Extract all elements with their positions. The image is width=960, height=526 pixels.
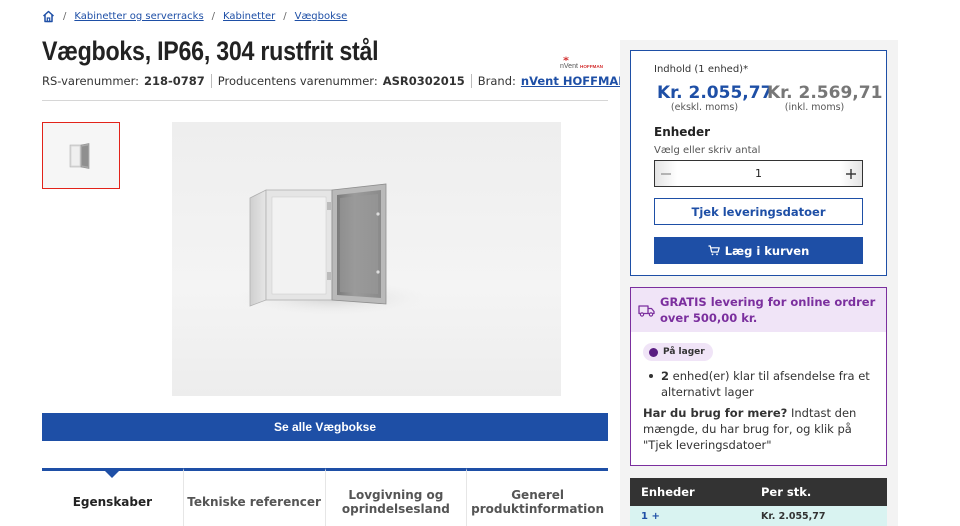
mfr-number-value: ASR0302015	[382, 74, 465, 88]
add-to-cart-label: Læg i kurven	[724, 243, 810, 258]
product-meta: RS-varenummer: 218-0787 Producentens var…	[42, 74, 628, 88]
brand-logo-text: nVent	[560, 63, 578, 70]
plus-icon[interactable]	[840, 161, 862, 186]
tab-tekniske-referencer[interactable]: Tekniske referencer	[182, 468, 325, 526]
title-divider	[42, 100, 608, 101]
stock-badge: På lager	[643, 343, 713, 361]
product-tabs: Egenskaber Tekniske referencer Lovgivnin…	[42, 468, 608, 526]
content-label: Indhold (1 enhed)*	[654, 64, 749, 75]
add-to-cart-button[interactable]: Læg i kurven	[654, 237, 863, 264]
price-tier-price: Kr. 2.055,77	[761, 510, 826, 522]
quantity-stepper	[654, 160, 863, 187]
check-delivery-button[interactable]: Tjek leveringsdatoer	[654, 198, 863, 225]
see-all-button[interactable]: Se alle Vægbokse	[42, 413, 608, 441]
mfr-number-label: Producentens varenummer:	[217, 74, 378, 88]
rs-number-value: 218-0787	[144, 74, 205, 88]
brand-logo: nVent HOFFMAN	[560, 56, 608, 72]
product-main-image[interactable]	[172, 122, 561, 396]
breadcrumb-separator: /	[63, 10, 67, 22]
free-shipping-text: GRATIS levering for online ordrer over 5…	[660, 295, 876, 325]
product-thumbnail[interactable]	[42, 122, 120, 189]
brand-logo-subtext: HOFFMAN	[580, 64, 604, 69]
tab-generel-produktinformation[interactable]: Generel produktinformation	[466, 468, 608, 526]
price-incl-vat: Kr. 2.569,71 (inkl. moms)	[767, 83, 883, 113]
price-table-header-units: Enheder	[641, 485, 695, 499]
brand-label: Brand:	[477, 74, 516, 88]
price-excl-vat: Kr. 2.055,77 (ekskl. moms)	[657, 83, 773, 113]
price-excl-value: Kr. 2.055,77	[657, 83, 773, 103]
stock-text: enhed(er) klar til afsendelse fra et alt…	[661, 369, 870, 399]
breadcrumb-link-kabinetter[interactable]: Kabinetter	[223, 11, 275, 22]
need-more-info: Har du brug for mere? Indtast den mængde…	[643, 405, 878, 453]
minus-icon[interactable]	[655, 161, 677, 186]
price-incl-note: (inkl. moms)	[784, 102, 845, 113]
breadcrumb-separator: /	[283, 10, 287, 22]
stock-info: 2 enhed(er) klar til afsendelse fra et a…	[649, 368, 871, 400]
bullet-icon	[649, 374, 653, 378]
meta-divider	[470, 74, 472, 88]
stock-badge-label: På lager	[663, 347, 705, 357]
price-excl-note: (ekskl. moms)	[670, 102, 739, 113]
price-tier-table: Enheder Per stk. 1 + Kr. 2.055,77	[630, 478, 887, 526]
tab-egenskaber[interactable]: Egenskaber	[42, 468, 183, 526]
stock-count: 2	[661, 369, 670, 383]
meta-divider	[210, 74, 212, 88]
quantity-input[interactable]	[677, 161, 840, 186]
breadcrumb-link-kabinetter-og-serverracks[interactable]: Kabinetter og serverracks	[74, 11, 203, 22]
units-label: Enheder	[654, 125, 711, 139]
price-tier-units: 1 +	[641, 510, 660, 522]
price-table-header-price: Per stk.	[761, 485, 812, 499]
rs-number-label: RS-varenummer:	[42, 74, 139, 88]
price-incl-value: Kr. 2.569,71	[767, 83, 883, 103]
price-box: Indhold (1 enhed)* Kr. 2.055,77 (ekskl. …	[630, 50, 887, 276]
cart-icon	[708, 245, 720, 256]
stock-dot-icon	[649, 347, 658, 357]
brand-link[interactable]: nVent HOFFMAN	[521, 74, 628, 88]
table-row: 1 + Kr. 2.055,77	[630, 506, 887, 526]
breadcrumb-link-vaegbokse[interactable]: Vægbokse	[295, 11, 348, 22]
home-icon[interactable]	[42, 10, 55, 23]
price-table-header: Enheder Per stk.	[630, 478, 887, 506]
breadcrumb-separator: /	[211, 10, 216, 22]
tab-lovgivning[interactable]: Lovgivning og oprindelsesland	[324, 468, 467, 526]
need-more-question: Har du brug for mere?	[643, 406, 788, 420]
shipping-box: GRATIS levering for online ordrer over 5…	[630, 287, 887, 466]
page-title: Vægboks, IP66, 304 rustfrit stål	[42, 36, 379, 66]
truck-icon	[638, 305, 655, 317]
free-shipping-banner: GRATIS levering for online ordrer over 5…	[631, 288, 886, 332]
units-help: Vælg eller skriv antal	[654, 145, 761, 156]
breadcrumb: / Kabinetter og serverracks / Kabinetter…	[42, 9, 347, 23]
